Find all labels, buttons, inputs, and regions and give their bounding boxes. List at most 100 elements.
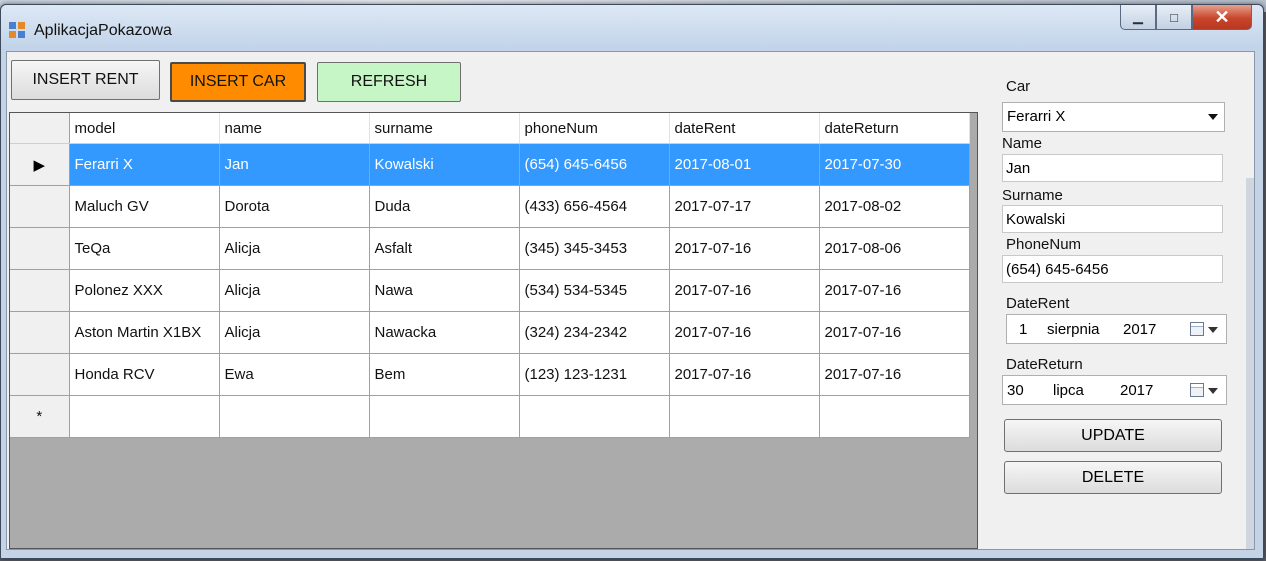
date-rent-picker[interactable]: 1 sierpnia 2017: [1006, 314, 1227, 344]
chevron-down-icon: [1208, 388, 1218, 394]
row-header[interactable]: [10, 269, 70, 312]
calendar-icon: [1190, 322, 1204, 336]
car-select[interactable]: Ferarri X: [1002, 102, 1225, 132]
cell[interactable]: Duda: [369, 185, 520, 228]
cell[interactable]: [369, 395, 520, 438]
cell[interactable]: Asfalt: [369, 227, 520, 270]
cell[interactable]: Dorota: [219, 185, 370, 228]
table-row[interactable]: Aston Martin X1BX Alicja Nawacka (324) 2…: [10, 311, 970, 354]
cell[interactable]: Nawacka: [369, 311, 520, 354]
table-row[interactable]: ▶ Ferarri X Jan Kowalski (654) 645-6456 …: [10, 143, 970, 186]
column-header-phonenum[interactable]: phoneNum: [519, 113, 670, 144]
refresh-button[interactable]: REFRESH: [317, 62, 461, 102]
cell[interactable]: 2017-07-16: [669, 269, 820, 312]
app-window: AplikacjaPokazowa ▁ □ ✕ INSERT RENT INSE…: [0, 4, 1264, 559]
delete-button[interactable]: DELETE: [1004, 461, 1222, 494]
row-header[interactable]: *: [10, 395, 70, 438]
cell[interactable]: Bem: [369, 353, 520, 396]
cell[interactable]: Honda RCV: [69, 353, 220, 396]
row-header[interactable]: [10, 185, 70, 228]
rentals-grid[interactable]: model name surname phoneNum dateRent dat…: [9, 112, 978, 549]
cell[interactable]: Jan: [219, 143, 370, 186]
cell[interactable]: 2017-07-16: [819, 269, 970, 312]
window-title: AplikacjaPokazowa: [34, 22, 172, 39]
date-rent-day: 1: [1019, 321, 1028, 338]
title-bar[interactable]: AplikacjaPokazowa ▁ □ ✕: [1, 5, 1263, 50]
cell[interactable]: [69, 395, 220, 438]
cell[interactable]: 2017-07-16: [819, 353, 970, 396]
cell[interactable]: [669, 395, 820, 438]
row-header[interactable]: [10, 353, 70, 396]
cell[interactable]: 2017-07-17: [669, 185, 820, 228]
cell[interactable]: Polonez XXX: [69, 269, 220, 312]
table-row[interactable]: Honda RCV Ewa Bem (123) 123-1231 2017-07…: [10, 353, 970, 396]
cell[interactable]: Alicja: [219, 311, 370, 354]
column-header-datereturn[interactable]: dateReturn: [819, 113, 970, 144]
insert-car-button[interactable]: INSERT CAR: [170, 62, 306, 102]
cell[interactable]: (345) 345-3453: [519, 227, 670, 270]
cell[interactable]: Kowalski: [369, 143, 520, 186]
name-field[interactable]: Jan: [1002, 154, 1223, 182]
cell[interactable]: 2017-08-02: [819, 185, 970, 228]
row-header[interactable]: [10, 227, 70, 270]
minimize-icon: ▁: [1133, 9, 1143, 24]
cell[interactable]: 2017-07-16: [669, 227, 820, 270]
cell[interactable]: Maluch GV: [69, 185, 220, 228]
date-return-month: lipca: [1053, 382, 1084, 399]
table-row[interactable]: TeQa Alicja Asfalt (345) 345-3453 2017-0…: [10, 227, 970, 270]
cell[interactable]: Alicja: [219, 269, 370, 312]
minimize-button[interactable]: ▁: [1120, 5, 1156, 30]
cell[interactable]: (433) 656-4564: [519, 185, 670, 228]
rentals-table: model name surname phoneNum dateRent dat…: [10, 113, 970, 438]
cell[interactable]: Aston Martin X1BX: [69, 311, 220, 354]
corner-header[interactable]: [10, 113, 70, 144]
cell[interactable]: 2017-07-30: [819, 143, 970, 186]
new-row[interactable]: *: [10, 395, 970, 438]
cell[interactable]: 2017-07-16: [669, 353, 820, 396]
maximize-button[interactable]: □: [1156, 5, 1192, 30]
date-return-picker[interactable]: 30 lipca 2017: [1002, 375, 1227, 405]
date-rent-month: sierpnia: [1047, 321, 1100, 338]
update-button[interactable]: UPDATE: [1004, 419, 1222, 452]
calendar-icon: [1190, 383, 1204, 397]
car-label: Car: [1006, 78, 1031, 95]
cell[interactable]: 2017-08-01: [669, 143, 820, 186]
car-select-value: Ferarri X: [1007, 108, 1066, 125]
date-rent-label: DateRent: [1006, 295, 1070, 312]
cell[interactable]: Ewa: [219, 353, 370, 396]
table-row[interactable]: Polonez XXX Alicja Nawa (534) 534-5345 2…: [10, 269, 970, 312]
header-row: model name surname phoneNum dateRent dat…: [10, 113, 970, 144]
cell[interactable]: [519, 395, 670, 438]
cell[interactable]: [219, 395, 370, 438]
cell[interactable]: Alicja: [219, 227, 370, 270]
surname-label: Surname: [1002, 187, 1063, 204]
caption-buttons: ▁ □ ✕: [1120, 5, 1252, 33]
cell[interactable]: Nawa: [369, 269, 520, 312]
column-header-model[interactable]: model: [69, 113, 220, 144]
cell[interactable]: (123) 123-1231: [519, 353, 670, 396]
cell[interactable]: TeQa: [69, 227, 220, 270]
new-row-icon: *: [36, 408, 43, 425]
close-icon: ✕: [1214, 6, 1230, 27]
phone-field[interactable]: (654) 645-6456: [1002, 255, 1223, 283]
row-header[interactable]: ▶: [10, 143, 70, 186]
row-header[interactable]: [10, 311, 70, 354]
cell[interactable]: [819, 395, 970, 438]
cell[interactable]: (534) 534-5345: [519, 269, 670, 312]
column-header-name[interactable]: name: [219, 113, 370, 144]
column-header-surname[interactable]: surname: [369, 113, 520, 144]
phone-label: PhoneNum: [1006, 236, 1082, 253]
cell[interactable]: 2017-08-06: [819, 227, 970, 270]
column-header-daterent[interactable]: dateRent: [669, 113, 820, 144]
cell[interactable]: 2017-07-16: [819, 311, 970, 354]
cell[interactable]: (324) 234-2342: [519, 311, 670, 354]
table-row[interactable]: Maluch GV Dorota Duda (433) 656-4564 201…: [10, 185, 970, 228]
insert-rent-button[interactable]: INSERT RENT: [11, 60, 160, 100]
cell[interactable]: 2017-07-16: [669, 311, 820, 354]
surname-field[interactable]: Kowalski: [1002, 205, 1223, 233]
cell[interactable]: Ferarri X: [69, 143, 220, 186]
close-button[interactable]: ✕: [1192, 5, 1252, 30]
current-row-icon: ▶: [33, 156, 46, 174]
window-scrollbar[interactable]: [1246, 178, 1254, 549]
cell[interactable]: (654) 645-6456: [519, 143, 670, 186]
